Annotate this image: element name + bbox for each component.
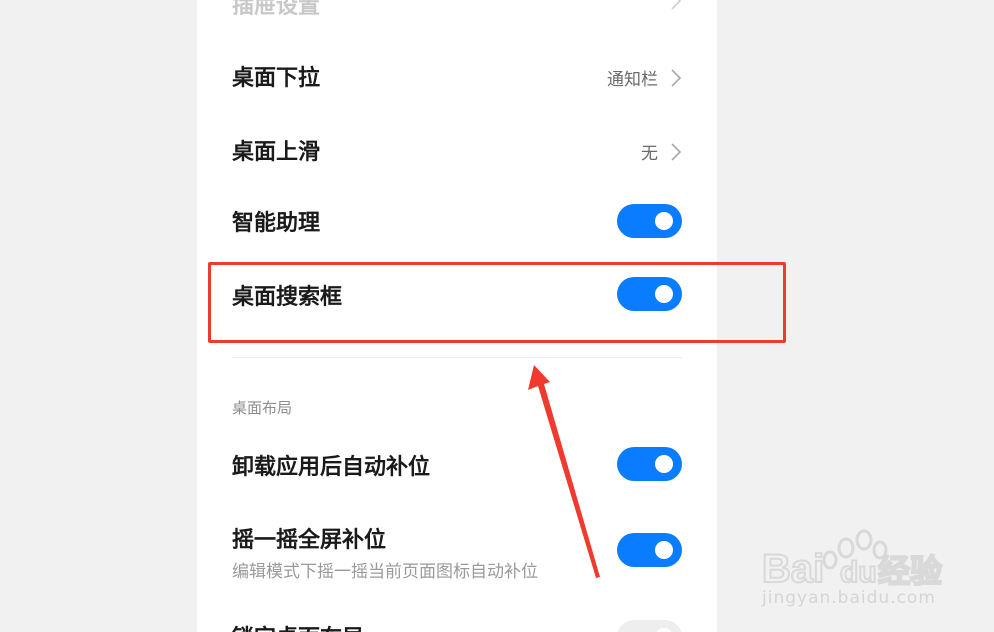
toggle-knob bbox=[655, 455, 673, 473]
row-title: 卸载应用后自动补位 bbox=[232, 455, 431, 480]
row-value: 无 bbox=[641, 144, 658, 164]
settings-row-smart-assistant: 智能助理 bbox=[232, 203, 682, 239]
row-title: 插屉设置 bbox=[232, 0, 321, 19]
settings-row-desktop-swipeup[interactable]: 桌面上滑 无 bbox=[232, 132, 682, 168]
section-divider bbox=[232, 357, 682, 358]
settings-row-partial[interactable]: 插屉设置 bbox=[232, 0, 682, 19]
row-title: 摇一摇全屏补位 bbox=[232, 528, 387, 553]
chevron-right-icon bbox=[671, 142, 682, 161]
row-subtitle: 编辑模式下摇一摇当前页面图标自动补位 bbox=[232, 562, 538, 582]
watermark-brand: Bai bbox=[762, 547, 824, 591]
row-title: 桌面下拉 bbox=[232, 66, 321, 91]
highlight-box bbox=[208, 262, 786, 343]
toggle-knob bbox=[655, 541, 673, 559]
watermark-product: 经验 bbox=[878, 552, 942, 590]
row-title: 桌面上滑 bbox=[232, 140, 321, 165]
arrow-annotation-icon bbox=[528, 365, 600, 578]
settings-row-desktop-pulldown[interactable]: 桌面下拉 通知栏 bbox=[232, 58, 682, 94]
smart-assistant-toggle[interactable] bbox=[617, 204, 682, 238]
shake-fill-toggle[interactable] bbox=[617, 533, 682, 567]
chevron-right-icon bbox=[671, 68, 682, 87]
section-header-desktop-layout: 桌面布局 bbox=[232, 399, 293, 417]
chevron-right-icon bbox=[671, 0, 682, 10]
watermark-brand-suffix: du bbox=[840, 556, 877, 589]
lock-layout-toggle[interactable] bbox=[617, 620, 682, 632]
watermark-url: jingyan.baidu.com bbox=[762, 588, 936, 608]
row-value: 通知栏 bbox=[607, 70, 658, 90]
row-title: 锁定桌面布局 bbox=[232, 620, 364, 632]
settings-row-lock-layout: 锁定桌面布局 bbox=[232, 620, 682, 632]
row-title: 智能助理 bbox=[232, 211, 321, 236]
toggle-knob bbox=[655, 212, 673, 230]
auto-fill-uninstall-toggle[interactable] bbox=[617, 447, 682, 481]
toggle-knob bbox=[655, 628, 673, 632]
